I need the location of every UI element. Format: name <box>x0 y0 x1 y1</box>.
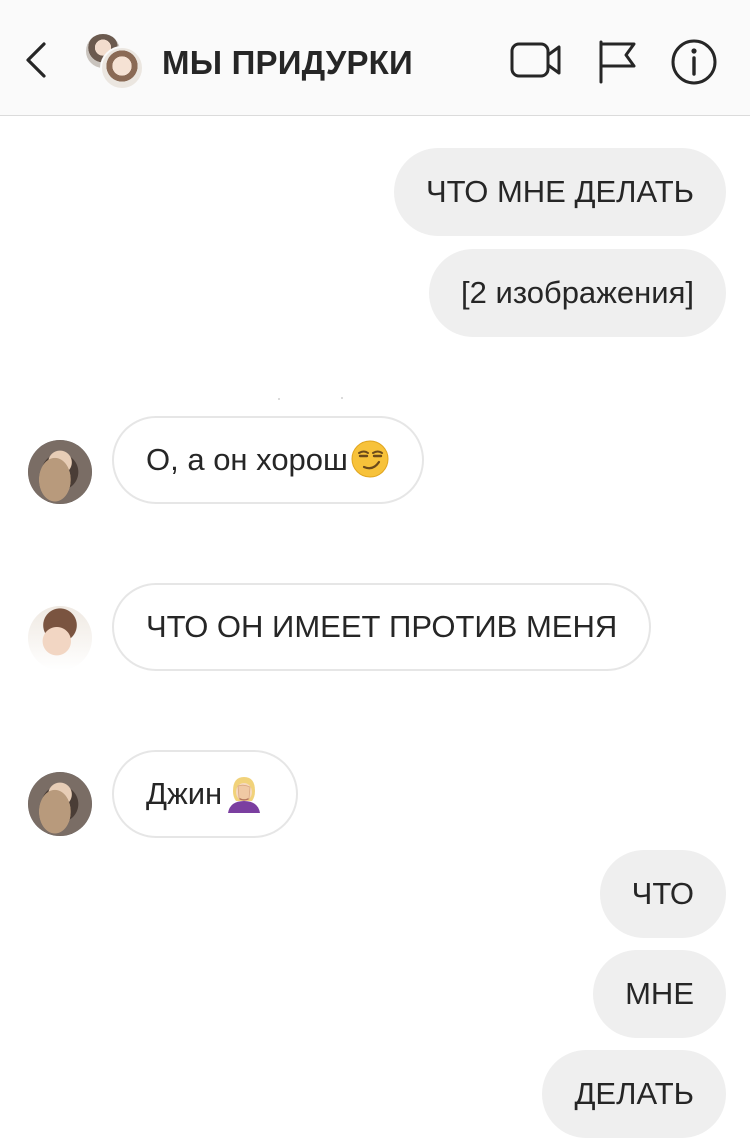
face-palm-emoji-icon <box>228 776 261 813</box>
chat-header: МЫ ПРИДУРКИ <box>0 0 750 116</box>
sender-avatar[interactable] <box>28 606 92 670</box>
message-bubble-incoming[interactable]: Джин <box>112 750 299 838</box>
message-text: ЧТО ОН ИМЕЕТ ПРОТИВ МЕНЯ <box>146 609 618 644</box>
message-text: Джин <box>146 776 223 811</box>
message-bubble-outgoing[interactable]: МНЕ <box>593 950 726 1038</box>
back-button[interactable] <box>18 40 54 80</box>
message-text: О, а он хорош <box>146 442 348 477</box>
chevron-left-icon <box>26 42 46 78</box>
report-button[interactable] <box>596 38 640 89</box>
message-bubble-outgoing[interactable]: ЧТО МНЕ ДЕЛАТЬ <box>394 148 726 236</box>
message-bubble-incoming[interactable]: ЧТО ОН ИМЕЕТ ПРОТИВ МЕНЯ <box>112 583 652 671</box>
message-bubble-outgoing[interactable]: ДЕЛАТЬ <box>542 1050 726 1138</box>
info-button[interactable] <box>670 38 718 91</box>
divider-specks <box>278 397 343 400</box>
message-text: [2 изображения] <box>461 275 694 310</box>
group-avatar-stack[interactable] <box>84 32 144 90</box>
message-bubble-outgoing[interactable]: ЧТО <box>599 850 726 938</box>
message-bubble-incoming[interactable]: О, а он хорош <box>112 416 424 504</box>
flag-icon <box>599 40 636 84</box>
sender-avatar[interactable] <box>28 772 92 836</box>
sender-avatar[interactable] <box>28 440 92 504</box>
video-call-button[interactable] <box>510 38 562 87</box>
info-icon <box>671 39 717 85</box>
message-text: ЧТО МНЕ ДЕЛАТЬ <box>426 174 694 209</box>
chat-title[interactable]: МЫ ПРИДУРКИ <box>162 44 413 82</box>
smirking-face-emoji-icon <box>351 440 389 478</box>
message-text: ДЕЛАТЬ <box>574 1076 694 1111</box>
message-text: ЧТО <box>631 876 694 911</box>
avatar <box>100 46 144 90</box>
message-text: МНЕ <box>625 976 694 1011</box>
message-bubble-outgoing[interactable]: [2 изображения] <box>429 249 726 337</box>
video-camera-icon <box>510 42 561 78</box>
